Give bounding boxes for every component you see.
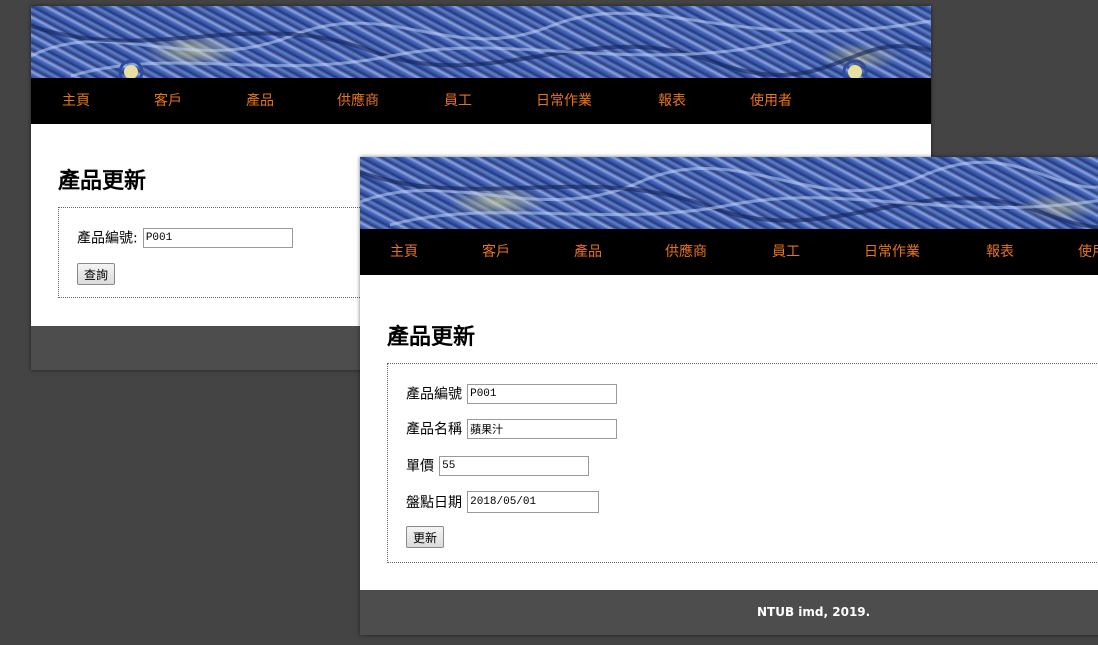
product-id-row: 產品編號: — [77, 227, 293, 248]
nav-item-customers[interactable]: 客戶 — [154, 78, 182, 124]
nav-item-reports[interactable]: 報表 — [658, 78, 686, 124]
nav-item-home[interactable]: 主頁 — [62, 78, 90, 124]
nav-item-reports[interactable]: 報表 — [986, 229, 1014, 275]
product-name-row: 產品名稱 — [406, 418, 618, 439]
banner-swirls — [31, 11, 931, 78]
product-name-label: 產品名稱 — [406, 421, 462, 438]
front-browser-window: 主頁 客戶 產品 供應商 員工 日常作業 報表 使用者 產品更新 產品編號 產品… — [360, 157, 1098, 635]
nav-item-employees[interactable]: 員工 — [444, 78, 472, 124]
nav-item-products[interactable]: 產品 — [574, 229, 602, 275]
nav-item-employees[interactable]: 員工 — [772, 229, 800, 275]
footer: NTUB imd, 2019. — [360, 590, 1098, 635]
page-title: 產品更新 — [387, 325, 476, 350]
product-id-label: 產品編號: — [77, 230, 138, 247]
inventory-date-input[interactable] — [467, 491, 600, 513]
nav-item-customers[interactable]: 客戶 — [482, 229, 510, 275]
query-form: 產品編號: 查詢 — [58, 207, 398, 298]
update-button[interactable]: 更新 — [406, 526, 445, 548]
price-input[interactable] — [439, 455, 590, 476]
footer-copyright: NTUB imd, 2019. — [757, 605, 871, 619]
nav-item-suppliers[interactable]: 供應商 — [337, 78, 379, 124]
starry-night-banner — [31, 6, 931, 78]
nav-item-users[interactable]: 使用者 — [1078, 229, 1098, 275]
moon-icon — [124, 65, 138, 78]
nav-item-users[interactable]: 使用者 — [750, 78, 792, 124]
price-label: 單價 — [406, 458, 434, 475]
starry-night-banner — [360, 157, 1098, 229]
main-nav: 主頁 客戶 產品 供應商 員工 日常作業 報表 使用者 — [31, 78, 931, 124]
nav-item-suppliers[interactable]: 供應商 — [665, 229, 707, 275]
nav-item-daily-operations[interactable]: 日常作業 — [864, 229, 920, 275]
query-button[interactable]: 查詢 — [77, 263, 116, 285]
product-id-input[interactable] — [142, 227, 293, 248]
inventory-date-row: 盤點日期 — [406, 491, 600, 513]
inventory-date-label: 盤點日期 — [406, 495, 462, 511]
product-update-form: 產品編號 產品名稱 單價 盤點日期 更新 — [387, 363, 1098, 563]
product-id-input[interactable] — [467, 383, 618, 404]
main-nav: 主頁 客戶 產品 供應商 員工 日常作業 報表 使用者 — [360, 229, 1098, 275]
product-name-input[interactable] — [467, 418, 618, 439]
product-id-label: 產品編號 — [406, 386, 462, 403]
banner-swirls — [360, 160, 1098, 229]
product-id-row: 產品編號 — [406, 383, 618, 404]
nav-item-daily-operations[interactable]: 日常作業 — [536, 78, 592, 124]
price-row: 單價 — [406, 455, 590, 476]
page-title: 產品更新 — [58, 169, 147, 194]
nav-item-home[interactable]: 主頁 — [390, 229, 418, 275]
nav-item-products[interactable]: 產品 — [246, 78, 274, 124]
